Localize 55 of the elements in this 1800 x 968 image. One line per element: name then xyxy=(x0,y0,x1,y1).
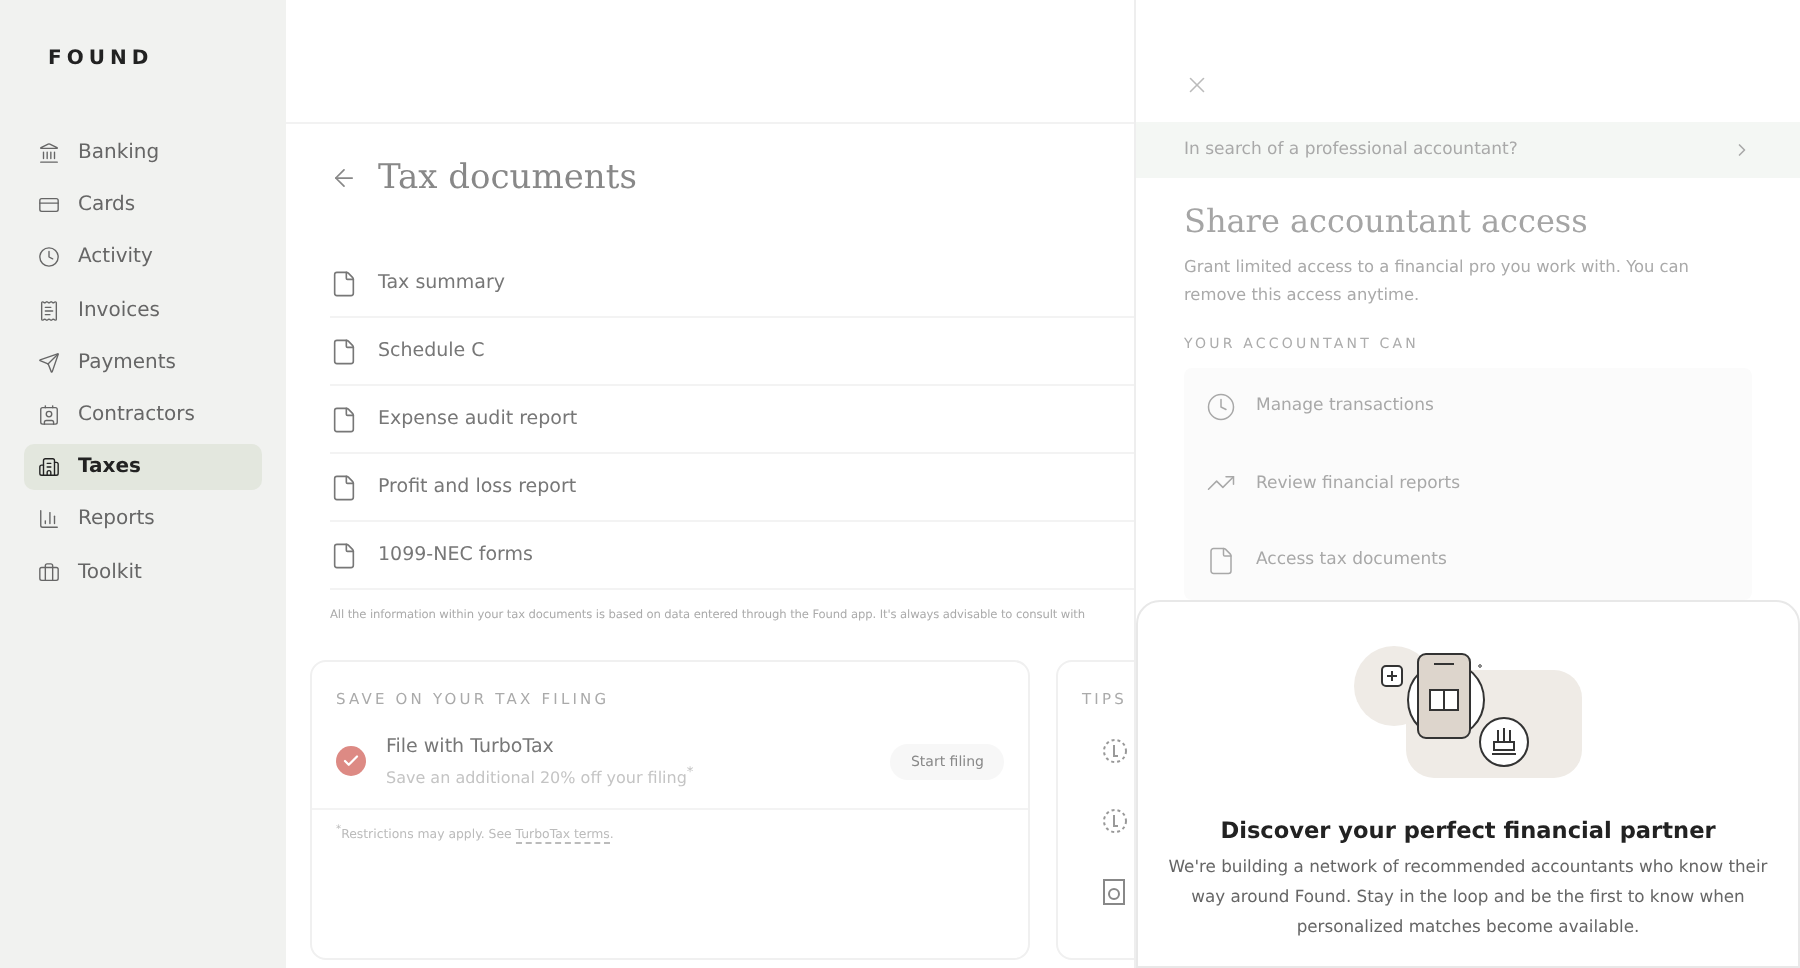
banner-text: In search of a professional accountant? xyxy=(1184,140,1518,160)
sidebar-item[interactable]: Contractors xyxy=(24,391,262,438)
sidebar-label: Activity xyxy=(78,246,153,269)
permission-label: Review financial reports xyxy=(1256,473,1461,494)
briefcase-icon xyxy=(38,561,60,583)
bar-chart-icon xyxy=(38,508,60,531)
card-icon xyxy=(38,194,60,217)
building-icon xyxy=(38,456,60,479)
sidebar-label: Banking xyxy=(78,142,160,164)
document-icon xyxy=(330,337,358,365)
panel-description: Grant limited access to a financial pro you work with. You can remove this access anytime. xyxy=(1184,254,1691,308)
sidebar-label: Invoices xyxy=(78,299,160,322)
sidebar-item[interactable]: Cards xyxy=(24,182,262,229)
document-link[interactable]: Expense audit report xyxy=(378,408,578,430)
document-icon xyxy=(330,405,358,433)
sidebar-item[interactable]: Payments xyxy=(24,339,262,386)
brand-logo[interactable]: FOUND xyxy=(48,48,262,70)
sidebar-item[interactable]: Invoices xyxy=(24,287,262,334)
offer-title: File with TurboTax xyxy=(386,736,556,758)
sidebar-item[interactable]: Taxes xyxy=(24,444,262,491)
sidebar-label: Reports xyxy=(78,508,155,531)
coin-icon xyxy=(1102,808,1128,834)
sidebar-label: Taxes xyxy=(78,456,141,479)
sidebar-item[interactable]: Toolkit xyxy=(24,549,262,595)
page-title: Tax documents xyxy=(378,158,637,198)
document-icon xyxy=(330,473,358,501)
clock-icon xyxy=(1206,391,1236,422)
send-icon xyxy=(38,351,60,374)
clock-icon xyxy=(38,246,60,269)
back-arrow-icon[interactable] xyxy=(330,164,358,192)
document-link[interactable]: Tax summary xyxy=(378,272,506,294)
bank-icon xyxy=(38,142,60,164)
document-link[interactable]: Profit and loss report xyxy=(378,476,577,498)
popup-title: Discover your perfect financial partner xyxy=(1220,818,1716,844)
contact-card-icon xyxy=(38,403,60,426)
sidebar-item[interactable]: Activity xyxy=(24,234,262,281)
sidebar-item[interactable]: Reports xyxy=(24,496,262,543)
document-link[interactable]: 1099-NEC forms xyxy=(378,544,533,566)
sidebar-item[interactable]: Banking xyxy=(24,130,262,176)
panel-title: Share accountant access xyxy=(1184,202,1590,240)
document-icon xyxy=(330,269,358,297)
permission-label: Access tax documents xyxy=(1256,550,1447,571)
sidebar-label: Contractors xyxy=(78,403,195,426)
file-icon xyxy=(1206,545,1236,576)
sidebar-label: Payments xyxy=(78,351,176,374)
permission-label: Manage transactions xyxy=(1256,396,1434,417)
document-icon xyxy=(330,541,358,569)
popup-body: We're building a network of recommended accountants who know their way around Found. Stay in the loop and be the first to know when personalized matches become available. xyxy=(1166,854,1770,940)
coin-icon xyxy=(1102,738,1128,764)
document-link[interactable]: Schedule C xyxy=(378,340,485,362)
check-badge-icon xyxy=(336,746,366,777)
offer-subtitle: Save an additional 20% off your filing$^{*}$ xyxy=(386,764,696,788)
close-icon[interactable] xyxy=(1184,72,1210,98)
sidebar-label: Cards xyxy=(78,194,136,217)
sidebar-label: Toolkit xyxy=(78,561,142,583)
